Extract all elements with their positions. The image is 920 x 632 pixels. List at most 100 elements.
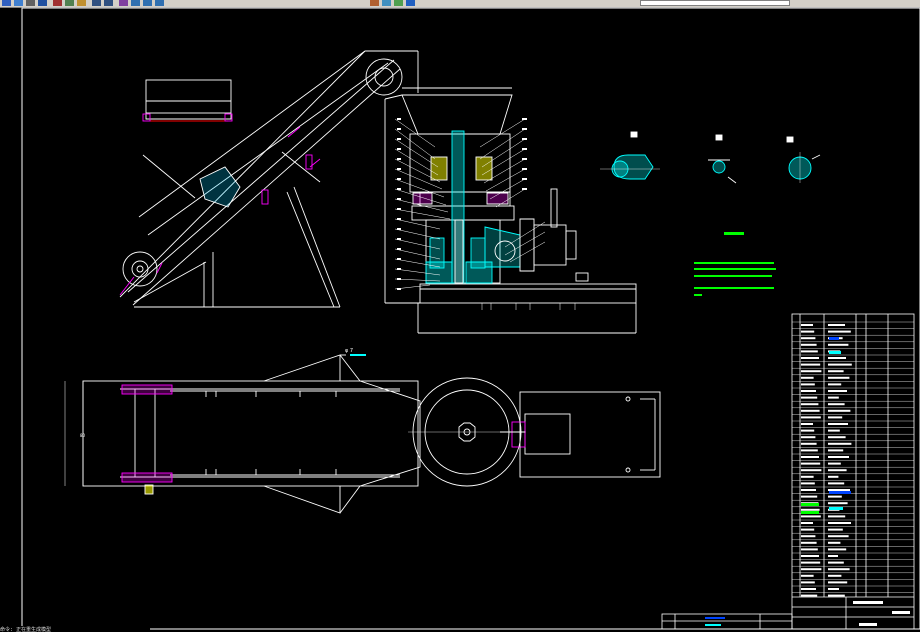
parts-list-cell (828, 475, 839, 478)
parts-list-cell (828, 469, 847, 472)
parts-list-cell (801, 337, 816, 340)
parts-list-cell (801, 343, 817, 346)
parts-list-cell (801, 555, 819, 557)
parts-list-cell (828, 324, 845, 326)
parts-list-cell (801, 423, 813, 425)
parts-list-cell (801, 363, 821, 366)
undo-icon[interactable] (92, 0, 101, 6)
parts-list-cell (801, 442, 817, 445)
zoom-window-icon[interactable] (143, 0, 152, 6)
command-line[interactable]: 命令: 正在重生成模型 (0, 626, 150, 632)
parts-list-cell (801, 508, 820, 511)
parts-list-cell (828, 548, 847, 551)
parts-list-cell (828, 449, 844, 452)
belt-conveyor-side-view (119, 50, 419, 308)
parts-list-cell (801, 528, 815, 531)
parts-list-cell (828, 594, 845, 597)
parts-list-cell (801, 541, 817, 544)
parts-list-cell (828, 376, 850, 379)
parts-list-cell (828, 442, 852, 445)
parts-list-cell (801, 594, 818, 597)
parts-list-cell (828, 568, 850, 571)
parts-list-cell (801, 581, 815, 584)
parts-list-cell (828, 409, 851, 412)
parts-list-table (661, 313, 915, 630)
parts-list-cell (828, 462, 841, 465)
parts-list-cell (801, 330, 815, 333)
parts-list-cell (828, 416, 843, 419)
copy-icon[interactable] (65, 0, 74, 6)
parts-list-cell (801, 370, 822, 373)
parts-list-cell (828, 574, 842, 577)
parts-list-cell (828, 588, 839, 590)
properties-icon[interactable] (370, 0, 379, 6)
drawing-canvas[interactable]: φ 7 80 (0, 7, 920, 632)
parts-list-cell (801, 416, 821, 419)
parts-list-cell (801, 482, 815, 485)
parts-list-cell (828, 555, 838, 557)
parts-list-cell (801, 469, 822, 472)
parts-list-cell (801, 396, 818, 399)
plan-view (64, 354, 661, 514)
parts-list-cell (801, 390, 816, 392)
parts-list-cell (828, 343, 849, 346)
parts-list-cell (801, 350, 818, 353)
cut-icon[interactable] (53, 0, 62, 6)
parts-list-cell (828, 561, 844, 564)
zoom-previous-icon[interactable] (155, 0, 164, 6)
parts-list-cell (801, 568, 822, 571)
design-center-icon[interactable] (382, 0, 391, 6)
parts-list-cell (828, 495, 842, 498)
parts-list-cell (801, 588, 816, 590)
parts-list-cell (828, 357, 846, 359)
parts-list-cell (801, 548, 818, 551)
parts-list-cell (801, 376, 814, 379)
save-icon[interactable] (14, 0, 23, 6)
print-icon[interactable] (26, 0, 35, 6)
parts-list-cell (828, 482, 845, 485)
parts-list-cell (828, 363, 852, 366)
parts-list-cell (801, 383, 815, 386)
parts-list-cell (801, 515, 821, 518)
detail-views (600, 131, 821, 184)
dimension-marker (350, 354, 366, 356)
parts-list-cell (828, 396, 839, 399)
pellet-mill-section-view (384, 87, 637, 334)
parts-list-cell (828, 436, 846, 439)
parts-list-cell (828, 502, 848, 505)
parts-list-cell (801, 574, 814, 577)
tool-palettes-icon[interactable] (394, 0, 403, 6)
parts-list-cell (828, 535, 849, 538)
pan-icon[interactable] (119, 0, 128, 6)
parts-list-rows (792, 321, 914, 597)
parts-list-cell (828, 489, 850, 491)
parts-list-cell (801, 462, 821, 465)
parts-list-cell (801, 324, 813, 326)
parts-list-cell (828, 581, 848, 584)
parts-list-cell (828, 383, 842, 386)
parts-list-cell (828, 370, 844, 373)
parts-list-cell (828, 390, 847, 392)
redo-icon[interactable] (104, 0, 113, 6)
parts-list-cell (801, 357, 819, 359)
parts-list-cell (828, 541, 841, 544)
preview-icon[interactable] (38, 0, 47, 6)
parts-list-cell (801, 475, 814, 478)
help-icon[interactable] (406, 0, 415, 6)
parts-list-cell (801, 535, 816, 538)
paste-icon[interactable] (77, 0, 86, 6)
parts-list-cell (801, 489, 816, 491)
parts-list-cell (828, 330, 851, 333)
open-icon[interactable] (2, 0, 11, 6)
technical-requirements (694, 232, 776, 296)
parts-list-cell (828, 515, 846, 518)
parts-list-cell (801, 429, 815, 432)
parts-list-cell (801, 436, 816, 439)
parts-list-cell (828, 522, 851, 524)
layer-dropdown[interactable] (640, 0, 790, 6)
parts-list-cell (828, 423, 848, 425)
parts-list-cell (801, 561, 821, 564)
zoom-realtime-icon[interactable] (131, 0, 140, 6)
parts-list-cell (801, 449, 818, 452)
parts-list-cell (801, 403, 819, 406)
